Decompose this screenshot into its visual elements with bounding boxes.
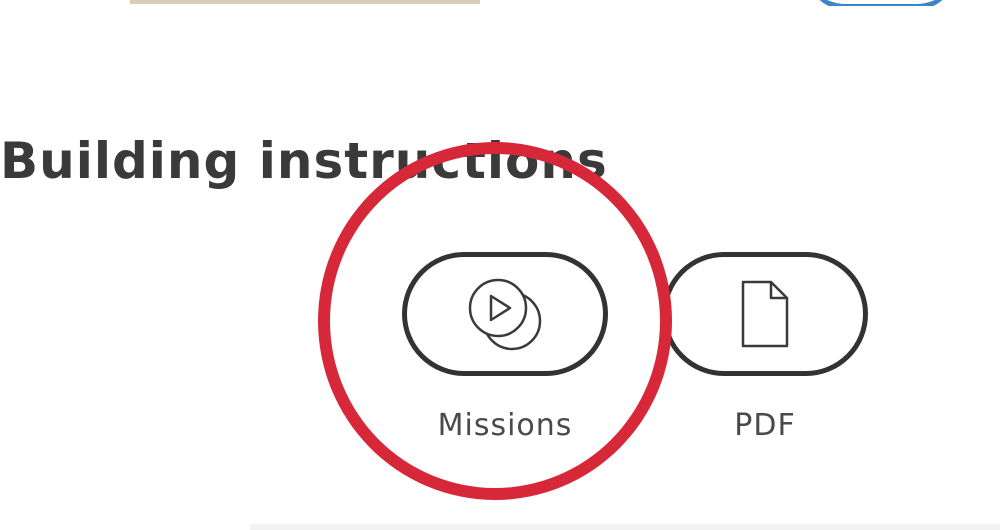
page: Building instructions Missions PDF [0,0,1000,530]
product-image-right-edge[interactable] [806,0,976,6]
play-stack-icon [468,278,542,351]
pdf-button[interactable] [662,252,868,376]
section-title: Building instructions [0,132,608,190]
product-image-left-edge[interactable] [130,0,480,4]
bottom-divider [250,524,1000,530]
document-icon [741,280,789,348]
pdf-label: PDF [734,408,796,443]
missions-label: Missions [437,408,573,443]
missions-button[interactable] [402,252,608,376]
